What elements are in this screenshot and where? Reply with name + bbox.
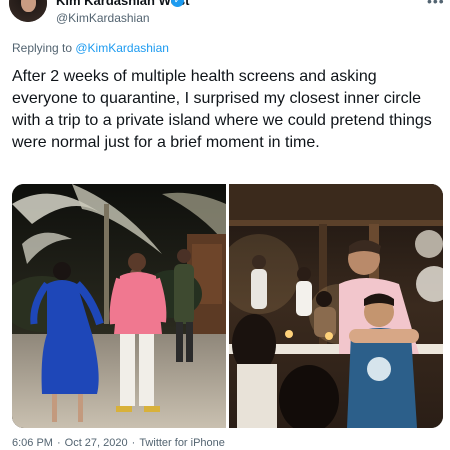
tweet-photo-left[interactable]: [12, 184, 226, 428]
tweet-meta-separator-2: ·: [131, 437, 136, 449]
photo-left-illustration: [12, 184, 226, 428]
tweet-time: 6:06 PM: [12, 437, 53, 449]
more-options-icon[interactable]: •••: [427, 0, 445, 9]
tweet-meta-separator: ·: [56, 437, 61, 449]
tweet: Kim Kardashian West ✓ @KimKardashian •••…: [0, 0, 450, 450]
tweet-source[interactable]: Twitter for iPhone: [139, 437, 225, 449]
reply-prefix: Replying to: [12, 41, 76, 55]
handle[interactable]: @KimKardashian: [56, 11, 150, 25]
tweet-photo-right[interactable]: [229, 184, 443, 428]
photo-right-illustration: [229, 184, 443, 428]
tweet-timestamp[interactable]: 6:06 PM · Oct 27, 2020 · Twitter for iPhone: [12, 437, 229, 449]
tweet-date: Oct 27, 2020: [64, 437, 128, 449]
tweet-text: After 2 weeks of multiple health screens…: [12, 68, 432, 151]
avatar[interactable]: [9, 0, 47, 22]
reply-context: Replying to @KimKardashian: [12, 41, 169, 55]
reply-mention-link[interactable]: @KimKardashian: [75, 41, 169, 55]
display-name[interactable]: Kim Kardashian West: [56, 0, 189, 8]
